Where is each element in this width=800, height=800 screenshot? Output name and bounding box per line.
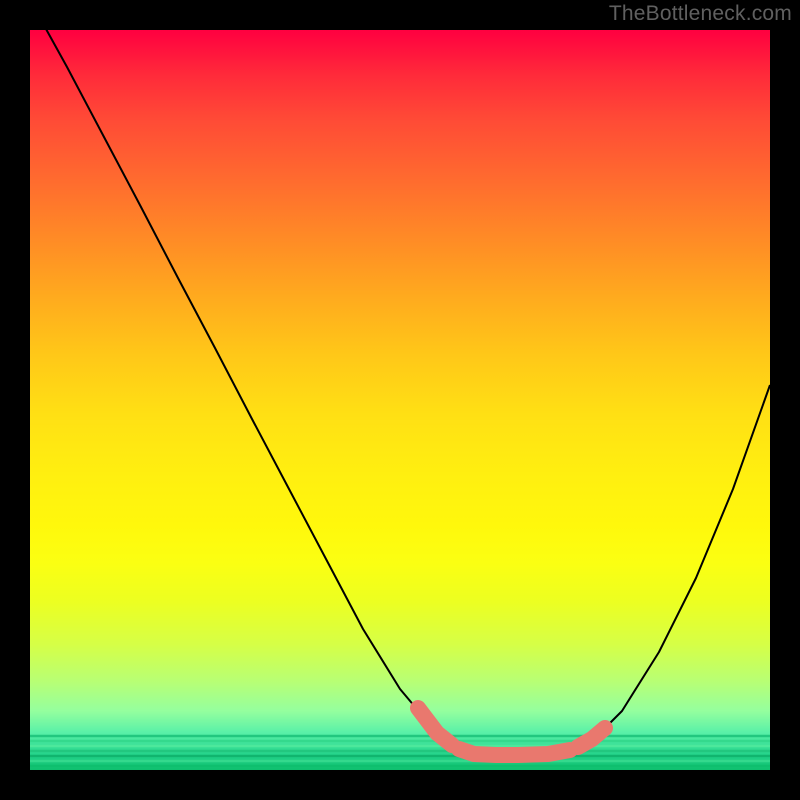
plot-area <box>30 30 770 770</box>
watermark-text: TheBottleneck.com <box>609 2 792 26</box>
bottom-stripes <box>30 736 770 766</box>
bottleneck-curve <box>30 0 770 755</box>
plot-overlay <box>30 30 770 770</box>
optimal-range-highlight <box>418 708 605 755</box>
chart-frame: TheBottleneck.com <box>0 0 800 800</box>
